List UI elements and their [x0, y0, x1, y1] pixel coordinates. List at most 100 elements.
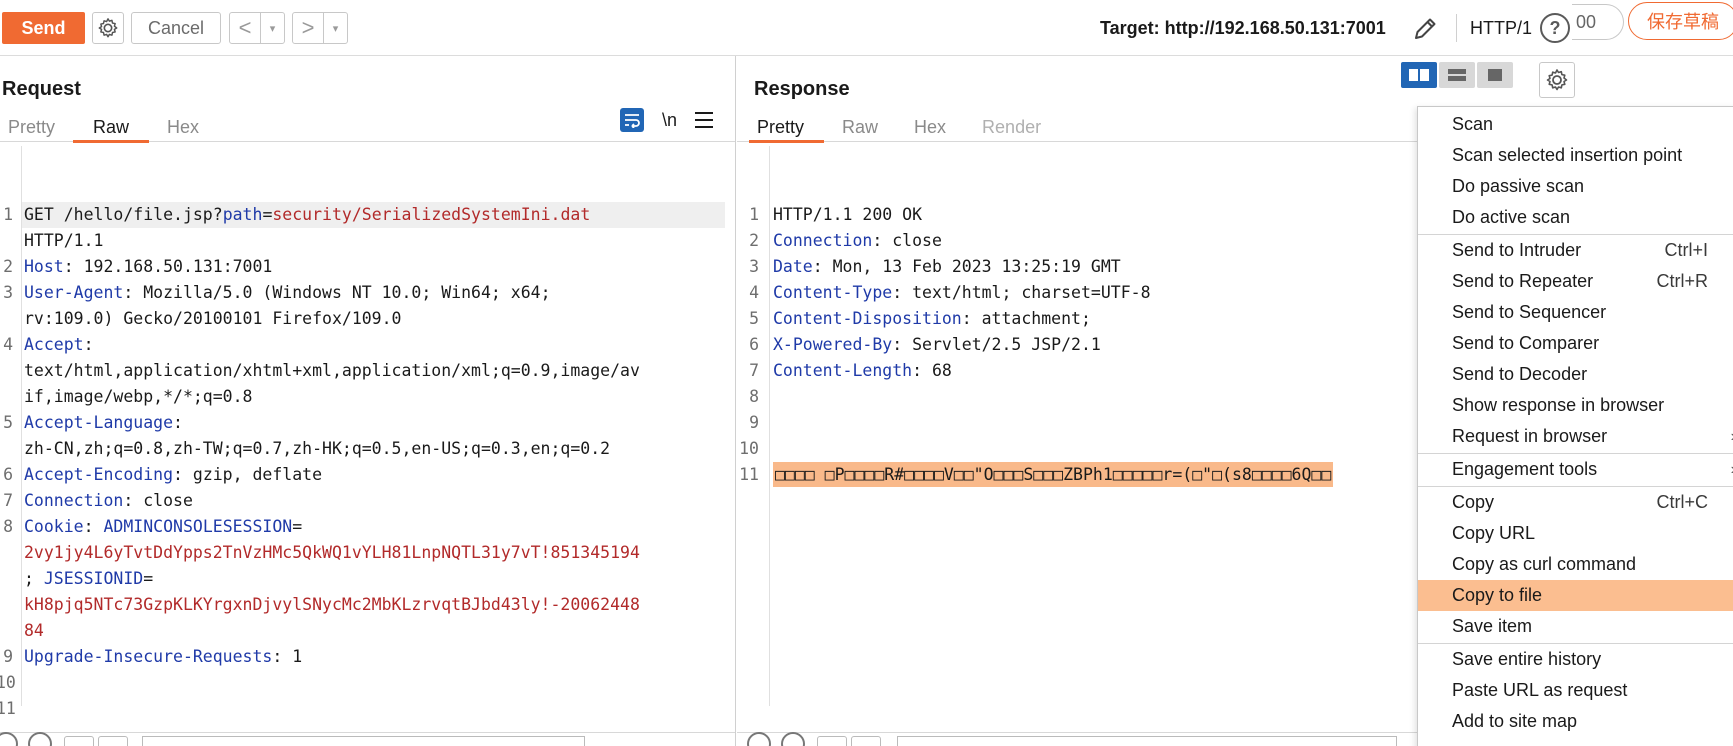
prev-match-button[interactable]	[817, 736, 847, 746]
menu-item-copy-as-curl-command[interactable]: Copy as curl command	[1418, 549, 1733, 580]
request-title: Request	[2, 78, 81, 100]
menu-item-request-in-browser[interactable]: Request in browser›	[1418, 421, 1733, 452]
code-text: : Mon, 13 Feb 2023 13:25:19 GMT	[812, 257, 1121, 276]
menu-item-shortcut: Ctrl+C	[1656, 492, 1708, 512]
show-newlines-toggle[interactable]: \n	[662, 110, 677, 131]
menu-item-send-to-intruder[interactable]: Send to Intruder Ctrl+I	[1418, 235, 1733, 266]
code-line: Cookie: ADMINCONSOLESESSION=	[24, 514, 302, 540]
code-line: HTTP/1.1 200 OK	[773, 202, 922, 228]
send-button[interactable]: Send	[2, 12, 85, 44]
code-text: rv:109.0) Gecko/20100101 Firefox/109.0	[24, 309, 402, 328]
code-text: :	[83, 335, 94, 354]
layout-side-by-side-button[interactable]	[1401, 62, 1437, 88]
search-input[interactable]	[897, 736, 1397, 746]
menu-item-add-to-site-map[interactable]: Add to site map	[1418, 706, 1733, 737]
code-line: Content-Length: 68	[773, 358, 952, 384]
code-text: : gzip, deflate	[173, 465, 323, 484]
word-wrap-toggle[interactable]	[620, 108, 644, 132]
menu-item-copy-to-file[interactable]: Copy to file	[1418, 580, 1733, 611]
menu-item-label: Send to Intruder	[1452, 240, 1582, 260]
response-tab-render[interactable]: Render	[964, 112, 1059, 142]
code-text: : close	[123, 491, 193, 510]
save-draft-button[interactable]: 保存草稿	[1628, 2, 1733, 40]
line-number: 11	[739, 465, 759, 484]
menu-item-show-response-in-browser[interactable]: Show response in browser	[1418, 390, 1733, 421]
edit-target-button[interactable]	[1410, 14, 1440, 44]
help-circle-icon[interactable]	[747, 732, 771, 746]
help-circle-icon[interactable]	[0, 732, 18, 746]
menu-item-label: Send to Repeater	[1452, 271, 1594, 291]
request-tab-pretty[interactable]: Pretty	[0, 112, 73, 142]
menu-item-save-entire-history[interactable]: Save entire history	[1418, 644, 1733, 675]
settings-button[interactable]	[92, 12, 124, 44]
code-text: :	[173, 413, 183, 432]
menu-item-engagement-tools[interactable]: Engagement tools›	[1418, 454, 1733, 485]
menu-item-do-active-scan[interactable]: Do active scan	[1418, 202, 1733, 233]
http-version-toggle[interactable]: HTTP/1	[1470, 18, 1532, 39]
menu-item-send-to-decoder[interactable]: Send to Decoder	[1418, 359, 1733, 390]
menu-item-label: Copy URL	[1452, 523, 1536, 543]
settings-icon[interactable]	[781, 732, 805, 746]
header-name: Accept-Language	[24, 413, 174, 432]
line-number: 3	[749, 257, 759, 276]
next-match-button[interactable]	[851, 736, 881, 746]
menu-item-label: Save entire history	[1452, 649, 1602, 669]
param-value: kH8pjq5NTc73GzpKLKYrgxnDjvylSNycMc2MbKLz…	[24, 595, 640, 614]
menu-item-label: Send to Comparer	[1452, 333, 1600, 353]
param-value: security/SerializedSystemIni.dat	[272, 205, 591, 224]
code-text: : 1	[272, 647, 303, 666]
response-tab-pretty[interactable]: Pretty	[749, 112, 825, 143]
menu-item-scan-selected-insertion-point[interactable]: Scan selected insertion point	[1418, 140, 1733, 171]
editor-menu-icon[interactable]	[695, 112, 714, 128]
menu-item-save-item[interactable]: Save item	[1418, 611, 1733, 642]
code-text: :	[83, 517, 104, 536]
menu-item-label: Scan selected insertion point	[1452, 145, 1683, 165]
line-number: 2	[749, 231, 759, 250]
menu-item-label: Paste URL as request	[1452, 680, 1628, 700]
toolbar: Send Cancel < ▾ > ▾ Target: http://192.1…	[0, 0, 1733, 56]
code-line: 84	[24, 618, 44, 644]
request-tab-hex[interactable]: Hex	[149, 112, 217, 142]
background-counter: 00	[1572, 4, 1624, 40]
next-match-button[interactable]	[98, 736, 128, 746]
line-number: 2	[3, 257, 13, 276]
menu-item-scan[interactable]: Scan	[1418, 109, 1733, 140]
menu-item-label: Copy as curl command	[1452, 554, 1637, 574]
prev-match-button[interactable]	[64, 736, 94, 746]
inspector-settings-button[interactable]	[1539, 62, 1575, 98]
back-history-dropdown[interactable]: ▾	[260, 13, 284, 43]
gear-icon	[1546, 69, 1568, 91]
response-tab-raw[interactable]: Raw	[824, 112, 896, 142]
single-pane-icon	[1488, 69, 1502, 81]
menu-item-label: Add to site map	[1452, 711, 1578, 731]
cancel-button[interactable]: Cancel	[131, 12, 221, 44]
help-icon[interactable]: ?	[1540, 13, 1570, 43]
menu-item-shortcut: Ctrl+I	[1664, 240, 1708, 260]
forward-history-dropdown[interactable]: ▾	[323, 13, 347, 43]
menu-item-copy-url[interactable]: Copy URL	[1418, 518, 1733, 549]
line-number: 9	[3, 647, 13, 666]
back-button[interactable]: <	[230, 13, 260, 43]
layout-stacked-button[interactable]	[1439, 62, 1475, 88]
header-name: X-Powered-By	[773, 335, 893, 354]
forward-nav: > ▾	[292, 12, 348, 44]
menu-item-copy[interactable]: Copy Ctrl+C	[1418, 487, 1733, 518]
menu-item-send-to-repeater[interactable]: Send to Repeater Ctrl+R	[1418, 266, 1733, 297]
menu-item-do-passive-scan[interactable]: Do passive scan	[1418, 171, 1733, 202]
menu-item-send-to-comparer[interactable]: Send to Comparer	[1418, 328, 1733, 359]
menu-item-label: Request in browser	[1452, 426, 1608, 446]
settings-icon[interactable]	[28, 732, 52, 746]
request-panel: Request Pretty Raw Hex \n 1 GET /hello/fi…	[0, 56, 736, 746]
request-gutter	[21, 146, 22, 706]
request-tab-raw[interactable]: Raw	[73, 112, 150, 143]
forward-button[interactable]: >	[293, 13, 323, 43]
menu-item-paste-url-as-request[interactable]: Paste URL as request	[1418, 675, 1733, 706]
response-tab-hex[interactable]: Hex	[896, 112, 964, 142]
header-name: Accept-Encoding	[24, 465, 174, 484]
menu-item-label: Do passive scan	[1452, 176, 1585, 196]
menu-item-send-to-sequencer[interactable]: Send to Sequencer	[1418, 297, 1733, 328]
layout-single-button[interactable]	[1477, 62, 1513, 88]
search-input[interactable]	[142, 736, 585, 746]
code-line: Date: Mon, 13 Feb 2023 13:25:19 GMT	[773, 254, 1121, 280]
code-text: ;	[24, 569, 44, 588]
